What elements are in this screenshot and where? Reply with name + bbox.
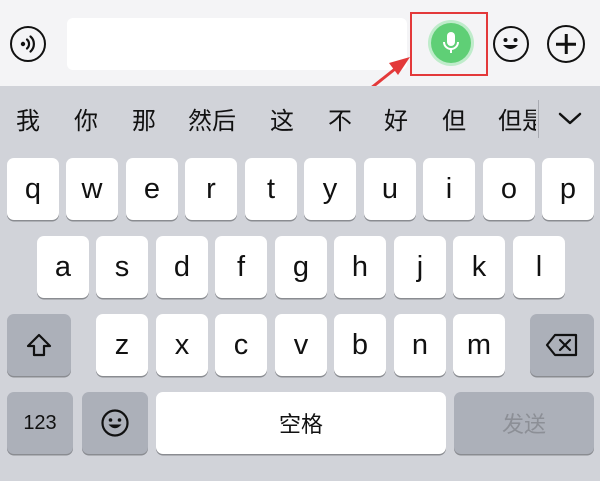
voice-input-button[interactable] (431, 23, 471, 63)
chevron-down-icon (558, 112, 582, 125)
candidate-word[interactable]: 我 (16, 106, 40, 136)
key-d[interactable]: d (156, 236, 208, 298)
key-z[interactable]: z (96, 314, 148, 376)
key-m[interactable]: m (453, 314, 505, 376)
candidate-clip: 但是 (498, 106, 536, 136)
key-c[interactable]: c (215, 314, 267, 376)
message-input[interactable] (67, 18, 407, 70)
candidate-word[interactable]: 不 (328, 106, 352, 136)
emoji-face-icon (503, 38, 518, 49)
sound-wave-icon (20, 35, 35, 53)
key-v[interactable]: v (275, 314, 327, 376)
key-k[interactable]: k (453, 236, 505, 298)
key-q[interactable]: q (7, 158, 59, 220)
key-n[interactable]: n (394, 314, 446, 376)
candidate-divider (538, 100, 539, 138)
key-t[interactable]: t (245, 158, 297, 220)
key-u[interactable]: u (364, 158, 416, 220)
shift-arrow-icon (26, 333, 52, 357)
key-i[interactable]: i (423, 158, 475, 220)
candidate-word[interactable]: 这 (270, 106, 294, 136)
voice-toggle-button[interactable] (10, 26, 46, 62)
numbers-key[interactable]: 123 (7, 392, 73, 454)
candidate-word[interactable]: 但 (442, 106, 466, 136)
emoji-face-icon (101, 409, 129, 437)
key-l[interactable]: l (513, 236, 565, 298)
shift-key[interactable] (7, 314, 71, 376)
key-g[interactable]: g (275, 236, 327, 298)
emoji-key[interactable] (82, 392, 148, 454)
backspace-key[interactable] (530, 314, 594, 376)
key-a[interactable]: a (37, 236, 89, 298)
key-y[interactable]: y (304, 158, 356, 220)
key-s[interactable]: s (96, 236, 148, 298)
input-bar (0, 0, 600, 86)
more-options-button[interactable] (547, 25, 585, 63)
candidate-bar: 我 你 那 然后 这 不 好 但 但是 (0, 86, 600, 152)
key-b[interactable]: b (334, 314, 386, 376)
key-o[interactable]: o (483, 158, 535, 220)
key-p[interactable]: p (542, 158, 594, 220)
candidate-word[interactable]: 好 (384, 106, 408, 136)
backspace-icon (545, 333, 578, 357)
microphone-icon (443, 32, 459, 53)
send-key[interactable]: 发送 (454, 392, 594, 454)
key-e[interactable]: e (126, 158, 178, 220)
key-x[interactable]: x (156, 314, 208, 376)
key-j[interactable]: j (394, 236, 446, 298)
expand-candidates-button[interactable] (550, 100, 590, 138)
emoji-button[interactable] (493, 26, 529, 62)
candidate-word[interactable]: 你 (74, 106, 98, 136)
candidate-word[interactable]: 但是 (498, 106, 536, 136)
space-key[interactable]: 空格 (156, 392, 446, 454)
key-r[interactable]: r (185, 158, 237, 220)
key-h[interactable]: h (334, 236, 386, 298)
candidate-word[interactable]: 然后 (188, 106, 236, 136)
candidate-word[interactable]: 那 (132, 106, 156, 136)
key-w[interactable]: w (66, 158, 118, 220)
key-f[interactable]: f (215, 236, 267, 298)
